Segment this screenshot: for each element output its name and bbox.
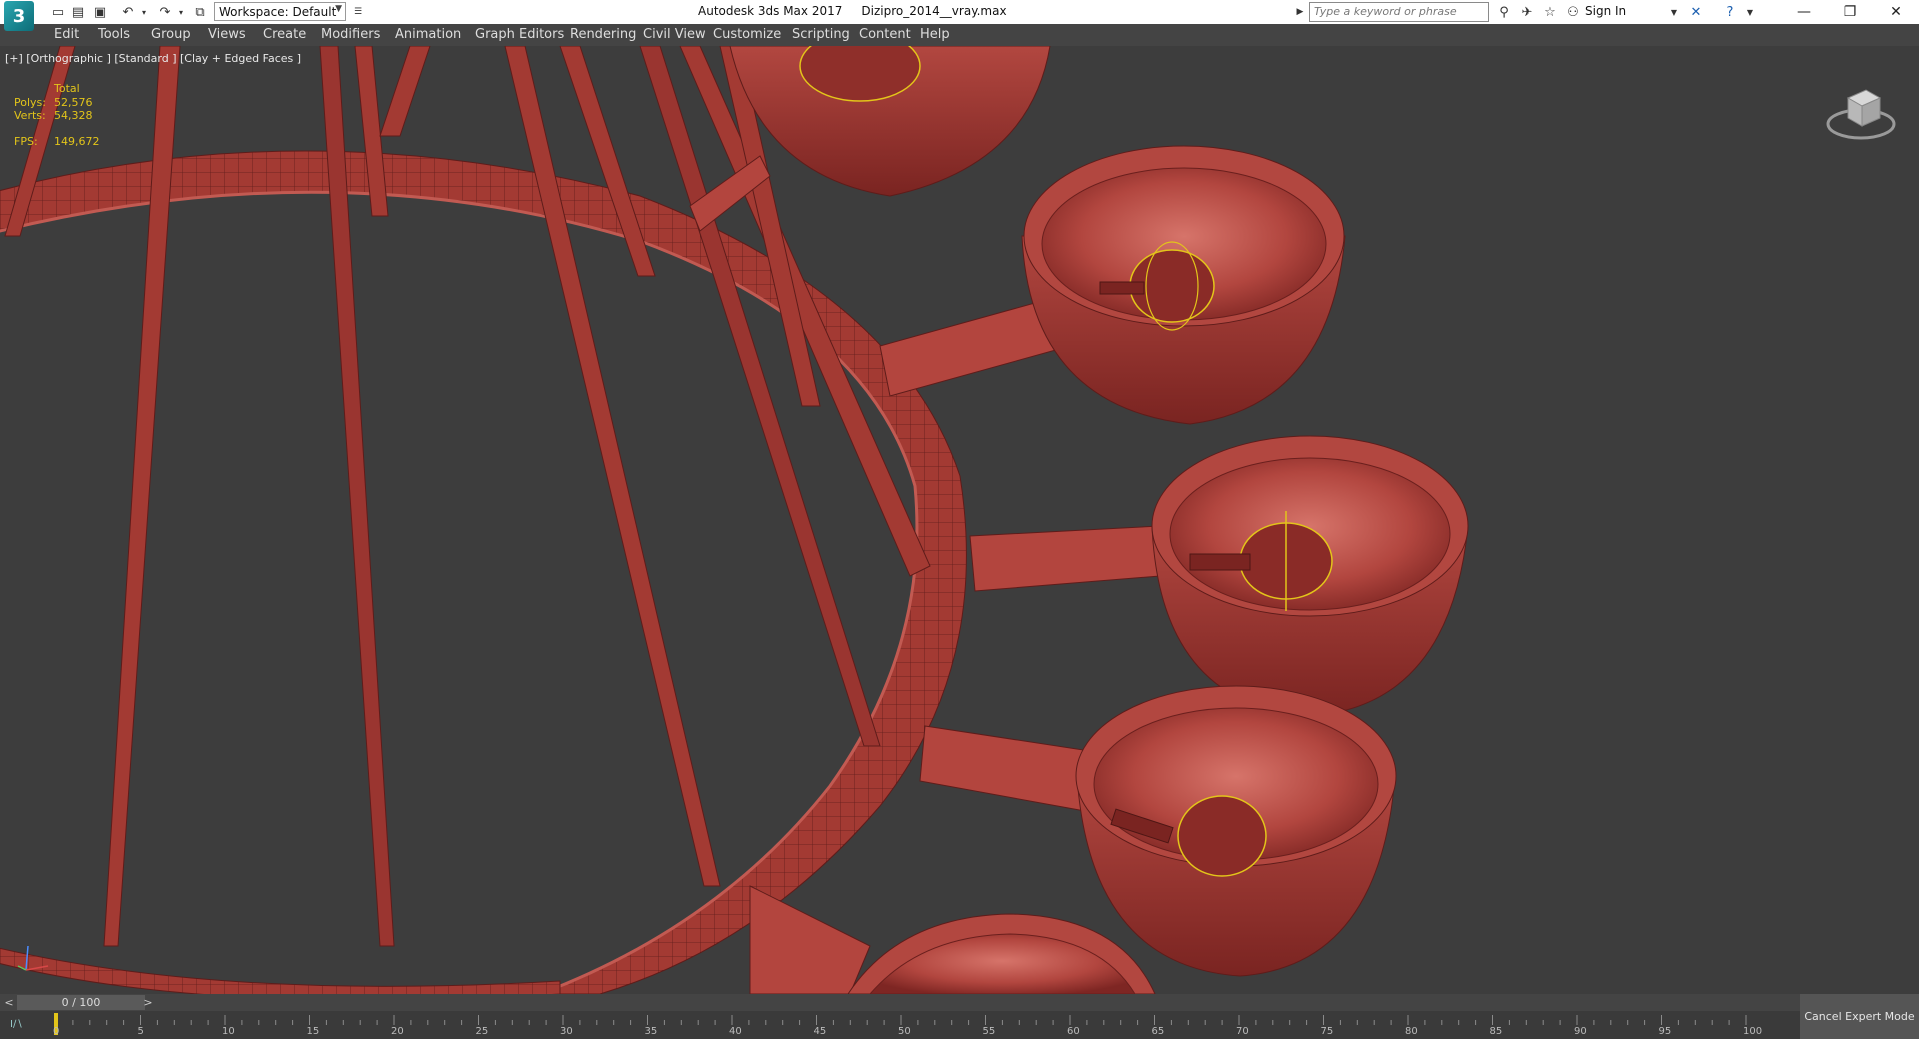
- frame-label: 30: [560, 1026, 573, 1037]
- window-title: Autodesk 3ds Max 2017 Dizipro_2014__vray…: [698, 4, 1007, 18]
- frame-label: 60: [1067, 1026, 1080, 1037]
- frame-label: 90: [1574, 1026, 1587, 1037]
- chevron-down-icon[interactable]: ▼: [1664, 3, 1684, 21]
- workspace-label: Workspace: Default: [219, 4, 337, 19]
- user-icon[interactable]: ⚇: [1563, 3, 1583, 21]
- frame-label: 0: [53, 1026, 60, 1037]
- frame-label: 65: [1151, 1026, 1165, 1037]
- frame-label: 85: [1489, 1026, 1503, 1037]
- cancel-expert-mode-button[interactable]: Cancel Expert Mode: [1800, 994, 1919, 1039]
- undo-dropdown-icon[interactable]: ▾: [134, 3, 154, 21]
- workspace-dropdown[interactable]: Workspace: Default ▼: [214, 2, 346, 21]
- viewport-label-menu[interactable]: [+] [Orthographic ] [Standard ] [Clay + …: [5, 52, 301, 65]
- cup-top: [729, 46, 1051, 197]
- exchange-apps-icon[interactable]: ✕: [1686, 3, 1706, 21]
- menu-bar: Edit Tools Group Views Create Modifiers …: [0, 24, 1919, 46]
- frame-label: 100: [1743, 1026, 1763, 1037]
- minimize-window-button[interactable]: —: [1781, 0, 1827, 24]
- cup-2: [1021, 145, 1346, 425]
- time-slider-thumb[interactable]: 0 / 100: [17, 995, 145, 1010]
- frame-label: 15: [306, 1026, 320, 1037]
- new-file-icon[interactable]: ▭: [48, 3, 68, 21]
- viewcube-icon[interactable]: [1826, 78, 1896, 148]
- time-slider-position: 0 / 100: [61, 996, 101, 1009]
- frame-label: 20: [391, 1026, 404, 1037]
- scene-canvas: [0, 46, 1469, 994]
- help-dropdown-icon[interactable]: ▼: [1740, 3, 1760, 21]
- cancel-expert-mode-label: Cancel Expert Mode: [1804, 1010, 1915, 1023]
- stats-verts-value: 54,328: [54, 109, 93, 122]
- cup-3: [1151, 435, 1469, 717]
- next-frame-button[interactable]: >: [140, 995, 156, 1010]
- menu-modifiers[interactable]: Modifiers: [321, 27, 380, 42]
- menu-civil-view[interactable]: Civil View: [643, 27, 706, 42]
- stats-total-label: Total: [54, 82, 80, 95]
- menu-views[interactable]: Views: [208, 27, 246, 42]
- menu-animation[interactable]: Animation: [395, 27, 461, 42]
- menu-help[interactable]: Help: [920, 27, 950, 42]
- menu-scripting[interactable]: Scripting: [792, 27, 850, 42]
- track-bar-key-icon[interactable]: I∕∖: [10, 1019, 23, 1030]
- cup-bottom: [847, 913, 1156, 994]
- frame-label: 50: [898, 1026, 911, 1037]
- menu-edit[interactable]: Edit: [54, 27, 79, 42]
- stats-fps-label: FPS:: [14, 135, 38, 148]
- help-icon[interactable]: ?: [1720, 3, 1740, 21]
- quick-access-menu-icon[interactable]: ☰: [348, 3, 368, 21]
- chevron-down-icon: ▼: [335, 4, 342, 14]
- app-logo-icon[interactable]: 3: [4, 1, 34, 31]
- open-file-icon[interactable]: ▤: [68, 3, 88, 21]
- previous-frame-button[interactable]: <: [1, 995, 17, 1010]
- frame-label: 25: [475, 1026, 489, 1037]
- frame-label: 10: [222, 1026, 235, 1037]
- cup-4: [1075, 685, 1397, 977]
- restore-window-button[interactable]: ❐: [1827, 0, 1873, 24]
- axis-tripod-icon: [14, 936, 54, 976]
- menu-content[interactable]: Content: [859, 27, 911, 42]
- frame-label: 55: [982, 1026, 996, 1037]
- frame-label: 75: [1320, 1026, 1334, 1037]
- project-folder-icon[interactable]: ⧉: [190, 3, 210, 21]
- communication-center-icon[interactable]: ✈: [1517, 3, 1537, 21]
- binoculars-icon[interactable]: ⚲: [1494, 3, 1514, 21]
- close-window-button[interactable]: ✕: [1873, 0, 1919, 24]
- search-input[interactable]: Type a keyword or phrase: [1309, 2, 1489, 22]
- frame-label: 95: [1658, 1026, 1672, 1037]
- redo-dropdown-icon[interactable]: ▾: [171, 3, 191, 21]
- menu-group[interactable]: Group: [151, 27, 191, 42]
- save-file-icon[interactable]: ▣: [90, 3, 110, 21]
- sign-in-button[interactable]: Sign In: [1585, 4, 1626, 18]
- app-window: 3 ▭ ▤ ▣ ↶ ▾ ↷ ▾ ⧉ Workspace: Default ▼ ☰…: [0, 0, 1919, 1039]
- title-bar: 3 ▭ ▤ ▣ ↶ ▾ ↷ ▾ ⧉ Workspace: Default ▼ ☰…: [0, 0, 1919, 31]
- menu-graph-editors[interactable]: Graph Editors: [475, 27, 564, 42]
- stats-polys-value: 52,576: [54, 96, 93, 109]
- frame-label: 70: [1236, 1026, 1249, 1037]
- orthographic-viewport[interactable]: [+] [Orthographic ] [Standard ] [Clay + …: [0, 46, 1919, 995]
- menu-create[interactable]: Create: [263, 27, 306, 42]
- stats-verts-label: Verts:: [14, 109, 46, 122]
- time-slider[interactable]: < 0 / 100 >: [0, 994, 1800, 1011]
- menu-customize[interactable]: Customize: [713, 27, 781, 42]
- stats-polys-label: Polys:: [14, 96, 46, 109]
- track-bar[interactable]: I∕∖ 0 5 10 15 20 25 30 35 40 45 50 55 60 65 70 75 80 85 90…: [0, 1011, 1800, 1039]
- menu-rendering[interactable]: Rendering: [570, 27, 636, 42]
- frame-label: 45: [813, 1026, 827, 1037]
- favorites-star-icon[interactable]: ☆: [1540, 3, 1560, 21]
- stats-fps-value: 149,672: [54, 135, 100, 148]
- frame-label: 35: [644, 1026, 658, 1037]
- frame-label: 5: [137, 1026, 144, 1037]
- frame-label: 40: [729, 1026, 742, 1037]
- search-arrow-icon[interactable]: ▶: [1290, 3, 1310, 21]
- frame-label: 80: [1405, 1026, 1418, 1037]
- menu-tools[interactable]: Tools: [98, 27, 130, 42]
